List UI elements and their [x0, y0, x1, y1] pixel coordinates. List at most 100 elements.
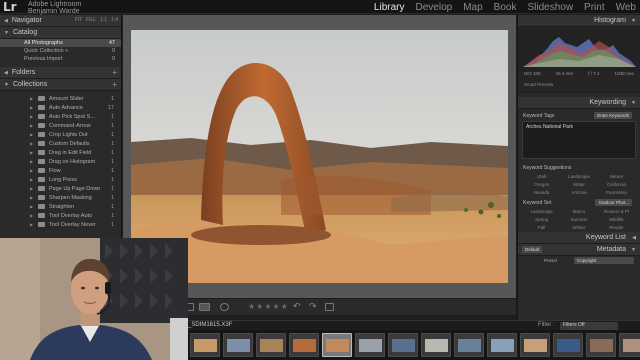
- collection-count: 1: [110, 113, 114, 120]
- catalog-item-previous-import[interactable]: Previous Import 0: [0, 55, 121, 63]
- keyword-tags-mode-dropdown[interactable]: Enter Keywords: [594, 112, 632, 119]
- keyword-set-item[interactable]: Winter: [560, 225, 597, 230]
- zoom-fill[interactable]: FILL: [86, 17, 96, 23]
- histogram-header[interactable]: Histogram ▼: [518, 15, 640, 27]
- flag-icon[interactable]: [220, 303, 229, 311]
- keyword-set-item[interactable]: Flowers & Pl: [598, 209, 635, 214]
- collection-item[interactable]: ▶ Drag in Edit Field 1: [0, 148, 121, 157]
- collection-item[interactable]: ▶ Tool Overlay Auto 1: [0, 211, 121, 220]
- keyword-set-item[interactable]: Landscape: [523, 209, 560, 214]
- catalog-header[interactable]: ▼ Catalog: [0, 27, 121, 39]
- filter-dropdown[interactable]: Filters Off: [560, 322, 618, 330]
- module-slideshow[interactable]: Slideshow: [527, 2, 573, 13]
- module-print[interactable]: Print: [584, 2, 605, 13]
- collection-count: 1: [110, 212, 114, 219]
- zoom-1-4[interactable]: 1:4: [111, 17, 118, 23]
- shutter-value: 1/250 sec: [614, 71, 634, 76]
- filmstrip-thumbnail[interactable]: [223, 333, 253, 357]
- keyword-set-item[interactable]: Summer: [560, 217, 597, 222]
- metadata-header[interactable]: Default Metadata ▼: [518, 244, 640, 256]
- keyword-suggestion[interactable]: Arizona: [560, 190, 597, 195]
- module-book[interactable]: Book: [494, 2, 517, 13]
- loupe-view-icon[interactable]: [199, 303, 210, 311]
- keywording-header[interactable]: Keywording ▼: [518, 97, 640, 109]
- collection-count: 1: [110, 95, 114, 102]
- add-folder-icon[interactable]: +: [112, 68, 117, 77]
- collection-item[interactable]: ▶ Drag on Histogram 1: [0, 157, 121, 166]
- module-library[interactable]: Library: [374, 2, 405, 13]
- catalog-item-label: All Photographs: [24, 40, 63, 46]
- filmstrip-thumbnail[interactable]: [256, 333, 286, 357]
- keyword-suggestion[interactable]: Oregon: [523, 182, 560, 187]
- thumbnail-image: [260, 339, 283, 352]
- module-develop[interactable]: Develop: [416, 2, 453, 13]
- module-map[interactable]: Map: [463, 2, 482, 13]
- histogram[interactable]: ISO 100 16.4 mm f / 7.1 1/250 sec Smart …: [518, 27, 640, 93]
- folders-header[interactable]: ◀ Folders +: [0, 67, 121, 79]
- filmstrip-thumbnail[interactable]: [619, 333, 640, 357]
- keyword-suggestion[interactable]: Nevada: [523, 190, 560, 195]
- keyword-tags-field[interactable]: Arches National Park: [522, 121, 636, 159]
- collection-item[interactable]: ▶ Auto Pick Spot S... 1: [0, 112, 121, 121]
- catalog-item-all-photographs[interactable]: All Photographs 47: [0, 39, 121, 47]
- zoom-1-1[interactable]: 1:1: [100, 17, 107, 23]
- keyword-set-row: Keyword Set Outdoor Phot...: [518, 198, 640, 207]
- disclosure-triangle-icon: ▶: [30, 204, 34, 209]
- keyword-set-item[interactable]: Spring: [523, 217, 560, 222]
- keyword-list-header[interactable]: Keyword List ◀: [518, 232, 640, 244]
- filmstrip-thumbnail[interactable]: [289, 333, 319, 357]
- disclosure-triangle-icon: ▶: [30, 96, 34, 101]
- collection-item[interactable]: ▶ Command-Arrow 1: [0, 121, 121, 130]
- collections-header[interactable]: ▼ Collections +: [0, 79, 121, 91]
- navigator-header[interactable]: ◀ Navigator FIT FILL 1:1 1:4: [0, 15, 121, 27]
- collection-icon: [38, 186, 45, 191]
- keyword-set-item[interactable]: Fall: [523, 225, 560, 230]
- add-collection-icon[interactable]: +: [112, 80, 117, 89]
- rotate-right-icon[interactable]: ↷: [309, 301, 317, 312]
- star-rating[interactable]: ★★★★★: [248, 302, 289, 311]
- metadata-view-dropdown[interactable]: Default: [522, 246, 543, 253]
- collection-item[interactable]: ▶ Crop Lights Out 1: [0, 130, 121, 139]
- module-web[interactable]: Web: [616, 2, 636, 13]
- filmstrip-thumbnail[interactable]: [553, 333, 583, 357]
- collection-item[interactable]: ▶ Page Up Page Down 1: [0, 184, 121, 193]
- catalog-item-quick-collection[interactable]: Quick Collection + 0: [0, 47, 121, 55]
- filmstrip-thumbnail[interactable]: [322, 333, 352, 357]
- collection-count: 1: [110, 203, 114, 210]
- keyword-suggestion[interactable]: Utah: [523, 174, 560, 179]
- collection-item[interactable]: ▶ Tool Overlay Never 1: [0, 220, 121, 229]
- filmstrip-thumbnail[interactable]: [388, 333, 418, 357]
- collection-item[interactable]: ▶ Auto Advance 17: [0, 103, 121, 112]
- keyword-suggestion[interactable]: Nature: [598, 174, 635, 179]
- disclosure-triangle-icon: ▶: [30, 177, 34, 182]
- zoom-fit[interactable]: FIT: [75, 17, 83, 23]
- collection-item[interactable]: ▶ Straighten 1: [0, 202, 121, 211]
- collection-item[interactable]: ▶ Long Press 1: [0, 175, 121, 184]
- collection-item[interactable]: ▶ Sharpen Masking 1: [0, 193, 121, 202]
- smart-preview-status: Smart Preview: [524, 82, 554, 87]
- collection-item[interactable]: ▶ Flow 1: [0, 166, 121, 175]
- filmstrip-thumbnail[interactable]: [454, 333, 484, 357]
- filmstrip-thumbnail[interactable]: [520, 333, 550, 357]
- keyword-suggestion[interactable]: Water: [560, 182, 597, 187]
- collection-item[interactable]: ▶ Amount Slider 1: [0, 94, 121, 103]
- keyword-set-dropdown[interactable]: Outdoor Phot...: [595, 199, 632, 206]
- keyword-suggestion[interactable]: Landscape: [560, 174, 597, 179]
- filmstrip-thumbnail[interactable]: [190, 333, 220, 357]
- disclosure-triangle-icon: ▶: [30, 195, 34, 200]
- keyword-set-item[interactable]: Macro: [560, 209, 597, 214]
- keyword-set-item[interactable]: Wildlife: [598, 217, 635, 222]
- keyword-suggestion[interactable]: California: [598, 182, 635, 187]
- collection-item[interactable]: ▶ Custom Defaults 1: [0, 139, 121, 148]
- keyword-set-item[interactable]: People: [598, 225, 635, 230]
- metadata-preset-dropdown[interactable]: Copyright: [574, 257, 634, 264]
- filmstrip-thumbnail[interactable]: [586, 333, 616, 357]
- rotate-left-icon[interactable]: ↶: [293, 301, 301, 312]
- filmstrip-thumbnail[interactable]: [487, 333, 517, 357]
- filmstrip-thumbnail[interactable]: [355, 333, 385, 357]
- thumbnail-image: [392, 339, 415, 352]
- painter-icon[interactable]: [325, 303, 334, 311]
- keyword-suggestion[interactable]: Panorama: [598, 190, 635, 195]
- filmstrip-thumbnail[interactable]: [421, 333, 451, 357]
- disclosure-triangle-icon: ▶: [30, 105, 34, 110]
